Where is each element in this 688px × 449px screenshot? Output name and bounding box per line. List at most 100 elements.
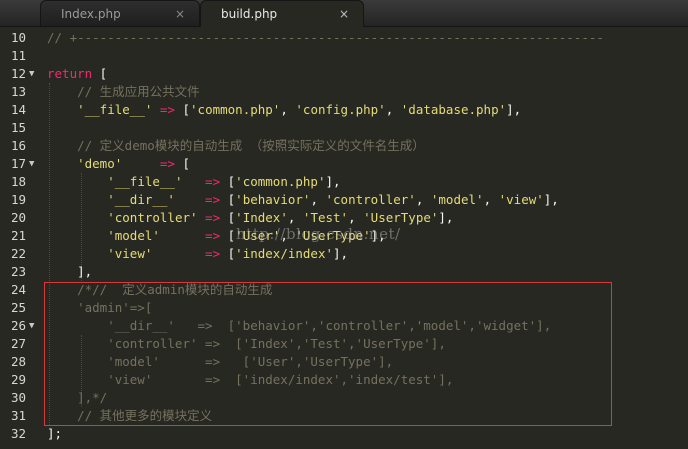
line-number: 17: [10, 156, 26, 171]
code-token: =>: [197, 210, 228, 225]
code-token: 'demo': [77, 156, 123, 171]
tab-label: Index.php: [61, 7, 121, 21]
tab-bar: Index.php × build.php ×: [0, 0, 688, 27]
code-line: // 定义demo模块的自动生成 （按照实际定义的文件名生成）: [47, 137, 425, 155]
code-token: 'Index': [235, 210, 288, 225]
tab-build-php[interactable]: build.php ×: [200, 0, 364, 27]
code-token: 'behavior': [235, 192, 311, 207]
code-token: ,: [287, 210, 303, 225]
line-number: 32: [10, 426, 26, 441]
watermark: http://blog.csdn.net/: [236, 225, 401, 243]
code-token: '__file__': [107, 174, 183, 189]
line-number: 30: [10, 390, 26, 405]
line-number: 27: [10, 336, 26, 351]
code-token: 'Test': [302, 210, 349, 225]
code-token: // 生成应用公共文件: [47, 84, 200, 99]
highlight-box: [44, 282, 612, 426]
code-token: ],: [543, 192, 559, 207]
line-number: 29: [10, 372, 26, 387]
code-token: ,: [415, 192, 431, 207]
code-token: 'common.php': [190, 102, 281, 117]
code-token: ],: [47, 264, 93, 279]
code-token: ,: [483, 192, 499, 207]
code-token: =>: [182, 174, 228, 189]
code-token: 'database.php': [400, 102, 507, 117]
code-line: '__file__' => ['common.php'],: [47, 173, 341, 191]
code-token: =>: [152, 102, 183, 117]
line-number: 19: [10, 192, 26, 207]
line-number: 22: [10, 246, 26, 261]
code-token: ],: [438, 210, 454, 225]
code-token: 'controller': [325, 192, 416, 207]
code-line: 'view' => ['index/index'],: [47, 245, 348, 263]
code-token: 'config.php': [295, 102, 386, 117]
close-icon[interactable]: ×: [175, 1, 185, 27]
code-token: // +------------------------------------…: [47, 30, 604, 45]
code-line: return [: [47, 65, 107, 83]
tab-index-php[interactable]: Index.php ×: [40, 0, 200, 26]
code-line: 'demo' => [: [47, 155, 190, 173]
code-token: =>: [159, 228, 228, 243]
fold-arrow-icon[interactable]: ▼: [29, 65, 39, 83]
line-number: 24: [10, 282, 26, 297]
code-token: '__dir__': [107, 192, 175, 207]
code-token: ],: [506, 102, 522, 117]
line-number: 21: [10, 228, 26, 243]
code-line: ];: [47, 425, 62, 443]
code-token: 'controller': [107, 210, 198, 225]
line-number: 31: [10, 408, 26, 423]
line-number: 15: [10, 120, 26, 135]
fold-arrow-icon[interactable]: ▼: [29, 317, 39, 335]
line-number: 28: [10, 354, 26, 369]
code-token: 'view': [107, 246, 153, 261]
code-line: // +------------------------------------…: [47, 29, 604, 47]
line-number: 14: [10, 102, 26, 117]
code-token: 'view': [498, 192, 544, 207]
code-token: [: [182, 102, 191, 117]
code-token: return: [47, 66, 93, 81]
code-token: ,: [310, 192, 326, 207]
code-line: // 生成应用公共文件: [47, 83, 200, 101]
code-token: [: [92, 66, 108, 81]
line-number: 23: [10, 264, 26, 279]
code-token: ],: [325, 174, 341, 189]
code-token: 'model': [430, 192, 484, 207]
code-token: 'model': [107, 228, 160, 243]
line-number: 11: [10, 48, 26, 63]
close-icon[interactable]: ×: [339, 1, 349, 27]
code-token: =>: [174, 192, 228, 207]
code-token: ,: [348, 210, 364, 225]
line-number: 10: [10, 30, 26, 45]
code-token: ];: [47, 426, 63, 441]
code-token: [: [182, 156, 191, 171]
line-number: 25: [10, 300, 26, 315]
line-number: 12: [10, 66, 26, 81]
code-token: '__file__': [77, 102, 153, 117]
fold-arrow-icon[interactable]: ▼: [29, 155, 39, 173]
code-token: ,: [280, 102, 296, 117]
code-token: 'index/index': [235, 246, 334, 261]
tab-label: build.php: [221, 7, 278, 21]
code-line: '__file__' => ['common.php', 'config.php…: [47, 101, 521, 119]
line-number: 13: [10, 84, 26, 99]
line-number: 20: [10, 210, 26, 225]
code-token: 'UserType': [363, 210, 439, 225]
line-number: 26: [10, 318, 26, 333]
code-line: ],: [47, 263, 92, 281]
code-token: ,: [385, 102, 401, 117]
line-number: 18: [10, 174, 26, 189]
code-token: ],: [333, 246, 349, 261]
code-line: '__dir__' => ['behavior', 'controller', …: [47, 191, 559, 209]
code-token: =>: [152, 246, 228, 261]
code-token: =>: [122, 156, 183, 171]
code-token: // 定义demo模块的自动生成 （按照实际定义的文件名生成）: [47, 138, 425, 153]
line-number: 16: [10, 138, 26, 153]
code-token: 'common.php': [235, 174, 326, 189]
